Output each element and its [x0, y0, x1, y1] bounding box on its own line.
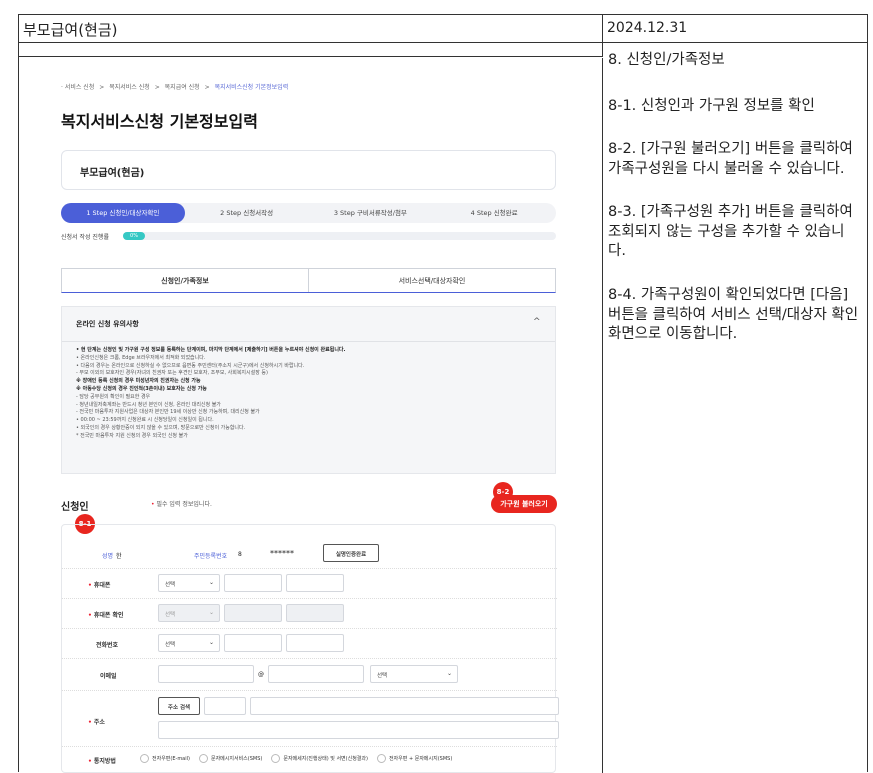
progress-label: 신청서 작성 진행률	[61, 234, 109, 241]
notice-divider	[62, 341, 555, 342]
form-row-email: 이메일 @ 선택 ⌄	[62, 659, 557, 691]
chevron-up-icon[interactable]: ^	[533, 317, 541, 327]
address-detail-input[interactable]	[158, 721, 559, 739]
radio-icon	[271, 754, 281, 763]
load-household-button[interactable]: 가구원 불러오기	[491, 495, 557, 513]
notify-label: • 통지방법	[88, 758, 116, 765]
rrn-label: 주민등록번호	[194, 553, 228, 560]
applicant-form: 성명 한 주민등록번호 8 ****** 실명인증완료 • 휴대폰 선택 ⌄ • 휴대…	[61, 524, 559, 773]
step-3: 3 Step 구비서류작성/첨부	[333, 209, 407, 217]
form-row-notify: • 통지방법 전자우편(E-mail) 문자메시지서비스(SMS) 문자메세지(진…	[62, 747, 557, 773]
screenshot-panel: · 서비스 신청 > 복지서비스 신청 > 복지급여 신청 > 복지서비스신청 …	[19, 58, 603, 773]
email-at: @	[258, 671, 264, 678]
mobile-confirm-prefix-select: 선택 ⌄	[158, 604, 220, 622]
instruction-panel: 8. 신청인/가족정보 8-1. 신청인과 가구원 정보를 확인 8-2. [가…	[603, 43, 867, 773]
phone-prefix-select[interactable]: 선택 ⌄	[158, 634, 220, 652]
instruction-section-title: 8. 신청인/가족정보	[608, 52, 725, 68]
applicant-title: 신청인	[61, 502, 89, 513]
chevron-down-icon: ⌄	[208, 609, 214, 616]
form-row-identity: 성명 한 주민등록번호 8 ****** 실명인증완료	[62, 539, 557, 569]
notice-line: • 온라인신청은 크롬, Edge 브라우저에서 최적화 되었습니다.	[76, 354, 206, 361]
notice-line: ※ 장애인 등록 신청의 경우 미성년자의 친권자는 신청 가능	[76, 378, 201, 385]
instruction-8-1: 8-1. 신청인과 가구원 정보를 확인	[608, 97, 815, 114]
breadcrumb-item[interactable]: 복지급여 신청	[165, 84, 200, 91]
breadcrumb-item[interactable]: 복지서비스 신청	[109, 84, 150, 91]
notice-line: ※ 아동수당 신청의 경우 친인척(3촌이내) 보호자는 신청 가능	[76, 385, 207, 392]
breadcrumb-item[interactable]: 서비스 신청	[65, 84, 95, 91]
email-domain-input[interactable]	[268, 665, 364, 683]
tab-applicant-family[interactable]: 신청인/가족정보	[62, 269, 309, 292]
mobile-confirm-middle-input	[224, 604, 282, 622]
mobile-confirm-label: • 휴대폰 확인	[88, 612, 124, 619]
title-row-spacer	[19, 43, 603, 57]
notice-box: 온라인 신청 유의사항 ^ • 현 단계는 신청인 및 가구원 구성 정보를 등…	[61, 306, 556, 474]
radio-icon	[376, 754, 386, 763]
form-row-mobile: • 휴대폰 선택 ⌄	[62, 569, 557, 599]
address-search-button[interactable]: 주소 검색	[158, 697, 200, 715]
notice-line: - 전국민 마음투자 지원사업은 대상자 본인만 19세 이상만 신청 가능하며…	[76, 409, 260, 416]
email-label: 이메일	[100, 673, 117, 680]
instruction-8-2: 8-2. [가구원 불러오기] 버튼을 클릭하여 가족구성원을 다시 불러올 수…	[608, 141, 853, 177]
document-table: 부모급여(현금) 2024.12.31 8. 신청인/가족정보 8-1. 신청인…	[18, 14, 868, 773]
notice-line: • 외국인의 경우 상황안증이 되지 않을 수 있으며, 방문으로만 신청이 가…	[76, 424, 246, 431]
notify-options: 전자우편(E-mail) 문자메시지서비스(SMS) 문자메세지(진행상태) 및…	[140, 754, 452, 763]
notify-option-email[interactable]: 전자우편(E-mail)	[140, 754, 190, 763]
tab-bar: 신청인/가족정보 서비스선택/대상자확인	[61, 268, 556, 293]
step-4: 4 Step 신청완료	[470, 209, 518, 217]
phone-last-input[interactable]	[286, 634, 344, 652]
required-note: • 필수 입력 정보입니다.	[151, 501, 212, 508]
breadcrumb-current: 복지서비스신청 기본정보입력	[214, 84, 289, 91]
service-name: 부모급여(현금)	[80, 168, 145, 179]
phone-label: 전화번호	[96, 642, 119, 649]
verify-button[interactable]: 실명인증완료	[323, 544, 379, 562]
mobile-middle-input[interactable]	[224, 574, 282, 592]
step-2: 2 Step 신청서작성	[220, 209, 274, 217]
notify-option-sms-mail[interactable]: 문자메세지(진행상태) 및 서면(신청결과)	[271, 754, 368, 763]
notice-line: • 현 단계는 신청인 및 가구원 구성 정보를 등록하는 단계이며, 마지막 …	[76, 347, 346, 353]
mobile-last-input[interactable]	[286, 574, 344, 592]
step-1: 1 Step 신청인/대상자확인	[61, 203, 185, 223]
notice-line: - 담당 공무원의 확인이 필요한 경우	[76, 393, 151, 400]
tab-service-select[interactable]: 서비스선택/대상자확인	[309, 269, 555, 292]
step-indicator: 1 Step 신청인/대상자확인 2 Step 신청서작성 3 Step 구비서…	[61, 203, 556, 223]
email-id-input[interactable]	[158, 665, 254, 683]
phone-middle-input[interactable]	[224, 634, 282, 652]
document-date: 2024.12.31	[603, 15, 867, 43]
notify-option-email-sms[interactable]: 전자우편 + 문자메시지(SMS)	[376, 754, 452, 763]
radio-icon	[140, 754, 149, 763]
name-label: 성명	[102, 553, 114, 560]
address-input[interactable]	[250, 697, 559, 715]
address-label: • 주소	[88, 719, 105, 726]
form-row-mobile-confirm: • 휴대폰 확인 선택 ⌄	[62, 599, 557, 629]
form-row-address: • 주소 주소 검색	[62, 691, 559, 747]
instruction-8-3: 8-3. [가족구성원 추가] 버튼을 클릭하여 조회되지 않는 구성을 추가할…	[608, 204, 853, 260]
document-title: 부모급여(현금)	[19, 15, 603, 43]
email-domain-select[interactable]: 선택 ⌄	[370, 665, 458, 683]
mobile-label: • 휴대폰	[88, 582, 111, 589]
notice-title: 온라인 신청 유의사항	[76, 320, 139, 328]
chevron-down-icon: ⌄	[208, 639, 214, 646]
name-value: 한	[116, 553, 122, 560]
instruction-8-4: 8-4. 가족구성원이 확인되었다면 [다음] 버튼을 클릭하여 서비스 선택/…	[608, 286, 859, 343]
notify-option-sms[interactable]: 문자메시지서비스(SMS)	[198, 754, 262, 763]
mobile-prefix-select[interactable]: 선택 ⌄	[158, 574, 220, 592]
notice-line: * 전국민 마음투자 지원 신청의 경우 외국인 신청 불가	[76, 432, 188, 439]
rrn-back: ******	[270, 549, 294, 558]
notice-line: • 00:00 ~ 23:59까지 신청완료 시 신청당일이 신청일이 됩니다.	[76, 417, 214, 424]
chevron-down-icon: ⌄	[446, 670, 452, 677]
rrn-front: 8	[238, 551, 242, 558]
zipcode-input[interactable]	[204, 697, 246, 715]
service-name-box: 부모급여(현금)	[61, 150, 556, 190]
mobile-confirm-last-input	[286, 604, 344, 622]
progress-bar: 0%	[123, 232, 556, 240]
chevron-down-icon: ⌄	[208, 579, 214, 586]
progress-fill: 0%	[123, 232, 145, 240]
breadcrumb: · 서비스 신청 > 복지서비스 신청 > 복지급여 신청 > 복지서비스신청 …	[61, 84, 289, 91]
page-title: 복지서비스신청 기본정보입력	[61, 112, 258, 131]
radio-icon	[198, 754, 208, 763]
form-row-phone: 전화번호 선택 ⌄	[62, 629, 557, 659]
notice-body: • 현 단계는 신청인 및 가구원 구성 정보를 등록하는 단계이며, 마지막 …	[76, 347, 546, 441]
